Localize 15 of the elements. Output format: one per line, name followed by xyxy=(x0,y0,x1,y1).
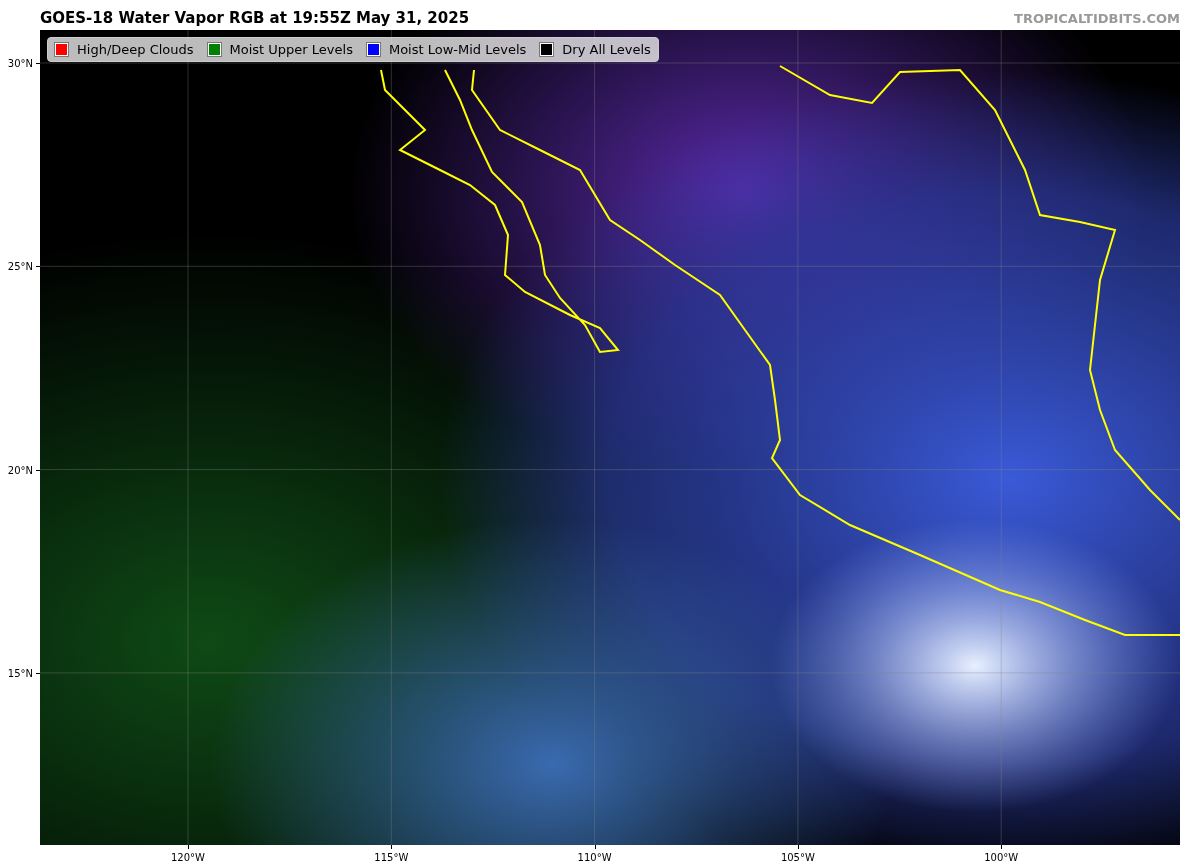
legend-label: High/Deep Clouds xyxy=(77,42,194,57)
legend-label: Moist Low-Mid Levels xyxy=(388,42,527,57)
x-axis-label: 105°W xyxy=(780,852,815,863)
y-axis-label: 15°N xyxy=(7,667,33,679)
x-axis-label: 120°W xyxy=(171,852,205,863)
y-axis-label: 25°N xyxy=(7,260,33,272)
x-axis-label: 100°W xyxy=(984,852,1019,863)
x-axis-label: 115°W xyxy=(374,852,409,863)
page-title: GOES-18 Water Vapor RGB at 19:55Z May 31, 2025 xyxy=(40,9,470,29)
y-axis-label: 20°N xyxy=(7,464,33,476)
x-axis-label: 110°W xyxy=(577,852,612,863)
legend-label: Dry All Levels xyxy=(562,42,651,57)
legend-label: Moist Upper Levels xyxy=(229,42,353,57)
source-label: TROPICALTIDBITS.COM xyxy=(1014,11,1180,28)
y-axis-label: 30°N xyxy=(7,57,33,69)
